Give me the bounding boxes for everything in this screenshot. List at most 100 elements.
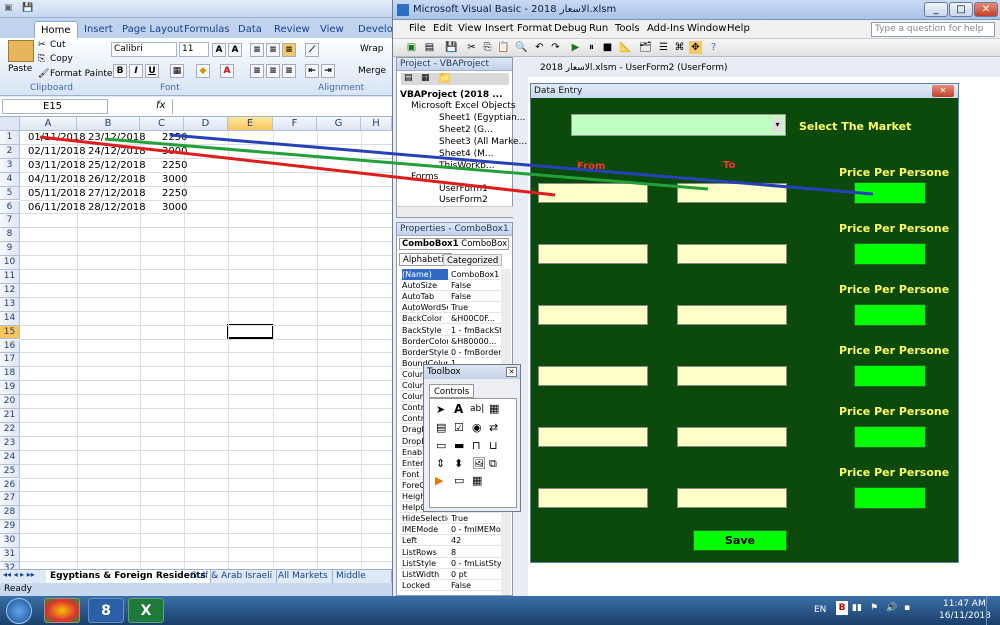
tree-vbaproject[interactable]: VBAProject (2018 ...	[400, 90, 503, 100]
frame-tool-icon[interactable]: ▭	[436, 439, 446, 452]
row-header[interactable]: 16	[0, 339, 20, 354]
table-cell[interactable]: 3000	[162, 145, 187, 159]
to-textbox[interactable]	[677, 427, 787, 447]
column-header[interactable]: F	[273, 117, 317, 131]
table-cell[interactable]: 24/12/2018	[88, 145, 146, 159]
clock-time[interactable]: 11:47 AM	[943, 599, 986, 609]
toolbox-icon[interactable]: ✥	[689, 41, 702, 54]
table-cell[interactable]: 02/11/2018	[28, 145, 86, 159]
row-header[interactable]: 10	[0, 256, 20, 270]
custom-control-icon[interactable]: ▶	[435, 474, 443, 487]
togglebutton-tool-icon[interactable]: ⇄	[489, 421, 498, 434]
row-header[interactable]: 20	[0, 395, 20, 409]
property-row[interactable]: HideSelectionTrue	[399, 513, 509, 525]
custom-control-2-icon[interactable]: ▭	[454, 474, 464, 487]
market-combobox[interactable]: ▾	[571, 114, 786, 136]
shrink-font-icon[interactable]: A	[228, 43, 242, 57]
property-row[interactable]: AutoTab False	[399, 291, 509, 303]
menu-view[interactable]: View	[458, 23, 482, 34]
tab-data[interactable]: Data	[232, 21, 268, 38]
column-header[interactable]: A	[20, 117, 77, 131]
redo-icon[interactable]: ↷	[549, 41, 562, 54]
underline-button[interactable]: U	[145, 64, 159, 78]
row-header[interactable]: 19	[0, 381, 20, 396]
close-icon[interactable]: ✕	[974, 2, 998, 17]
row-header[interactable]: 27	[0, 492, 20, 507]
run-icon[interactable]: ▶	[569, 41, 582, 54]
paste-icon[interactable]: 📋	[497, 41, 510, 54]
table-cell[interactable]: 2250	[162, 131, 187, 145]
menu-run[interactable]: Run	[589, 23, 608, 34]
row-header[interactable]: 4	[0, 172, 20, 187]
menu-format[interactable]: Format	[517, 23, 552, 34]
property-row[interactable]: BackColor &H00C0F...	[399, 313, 509, 325]
property-row[interactable]: IMEMode 0 - fmIMEMo	[399, 524, 509, 536]
from-textbox[interactable]	[538, 183, 648, 203]
checkbox-tool-icon[interactable]: ☑	[454, 421, 464, 434]
property-row[interactable]: (Name) ComboBox1	[399, 269, 509, 280]
from-textbox[interactable]	[538, 427, 648, 447]
start-button[interactable]	[6, 598, 32, 624]
maximize-icon[interactable]: □	[949, 2, 973, 17]
combobox-tool-icon[interactable]: ▦	[489, 402, 499, 415]
tabstrip-tool-icon[interactable]: ⊓	[472, 439, 481, 452]
sheet-nav-arrows-icon[interactable]: ◂◂ ◂ ▸ ▸▸	[3, 570, 35, 579]
scrollbar-tool-icon[interactable]: ⇕	[436, 457, 445, 470]
column-header[interactable]: H	[361, 117, 392, 131]
row-header[interactable]: 6	[0, 200, 20, 215]
wrap-text-button[interactable]: Wrap	[360, 44, 383, 54]
row-header[interactable]: 24	[0, 450, 20, 465]
show-desktop-button[interactable]	[986, 596, 1000, 625]
tree-forms[interactable]: Forms	[411, 172, 438, 182]
name-box[interactable]: E15	[2, 99, 108, 114]
textbox-tool-icon[interactable]: ab|	[470, 404, 484, 414]
borders-icon[interactable]: ▦	[170, 64, 184, 78]
menu-file[interactable]: File	[409, 23, 426, 34]
property-row[interactable]: AutoSize False	[399, 280, 509, 292]
row-header[interactable]: 28	[0, 506, 20, 521]
tray-flag-icon[interactable]: ⚑	[870, 603, 878, 613]
to-textbox[interactable]	[677, 366, 787, 386]
row-header[interactable]: 7	[0, 214, 20, 229]
row-header[interactable]: 31	[0, 548, 20, 562]
tree-excel-objects[interactable]: Microsoft Excel Objects	[411, 101, 516, 111]
menu-insert[interactable]: Insert	[485, 23, 514, 34]
italic-button[interactable]: I	[129, 64, 143, 78]
image-tool-icon[interactable]: 🖼	[472, 457, 486, 470]
toggle-folders-icon[interactable]: 📁	[439, 73, 451, 83]
from-textbox[interactable]	[538, 305, 648, 325]
row-header[interactable]: 9	[0, 242, 20, 257]
tab-insert[interactable]: Insert	[78, 21, 119, 38]
menu-tools[interactable]: Tools	[615, 23, 640, 34]
property-row[interactable]: BorderStyle 0 - fmBorder	[399, 347, 509, 358]
tab-review[interactable]: Review	[268, 21, 316, 38]
decrease-indent-icon[interactable]: ⇤	[305, 64, 319, 78]
tab-developer[interactable]: Develope	[352, 21, 392, 38]
view-excel-icon[interactable]: ▣	[405, 41, 418, 54]
object-browser-icon[interactable]: ⌘	[673, 41, 686, 54]
multipage-tool-icon[interactable]: ⊔	[489, 439, 498, 452]
property-row[interactable]: BorderColor &H80000...	[399, 336, 509, 347]
paste-icon[interactable]	[8, 40, 34, 62]
table-cell[interactable]: 2250	[162, 187, 187, 201]
property-row[interactable]: Left 42	[399, 535, 509, 547]
spinbutton-tool-icon[interactable]: ⬍	[454, 457, 463, 470]
property-row[interactable]: ListRows 8	[399, 547, 509, 558]
help-icon[interactable]: ?	[707, 41, 720, 54]
commandbutton-tool-icon[interactable]: ▬	[454, 439, 464, 452]
userform-close-icon[interactable]: ✕	[932, 85, 954, 97]
reset-icon[interactable]: ■	[601, 41, 614, 54]
break-icon[interactable]: ⏸	[585, 41, 598, 54]
font-color-icon[interactable]: A	[220, 64, 234, 78]
price-textbox[interactable]	[854, 365, 926, 387]
tree-sheet2[interactable]: Sheet2 (G...	[439, 125, 493, 135]
row-header[interactable]: 8	[0, 228, 20, 243]
table-cell[interactable]: 05/11/2018	[28, 187, 86, 201]
clock-date[interactable]: 16/11/2018	[939, 611, 991, 621]
tab-formulas[interactable]: Formulas	[178, 21, 236, 38]
row-header[interactable]: 14	[0, 311, 20, 326]
worksheet-grid[interactable]: A B C D E F G H 1 2 3 4 5 6 7 8 9 10 11 12 13 14 15 16 1…	[0, 117, 392, 576]
listbox-tool-icon[interactable]: ▤	[436, 421, 446, 434]
paste-button[interactable]: Paste	[8, 64, 32, 74]
align-left-icon[interactable]: ≡	[250, 64, 264, 78]
